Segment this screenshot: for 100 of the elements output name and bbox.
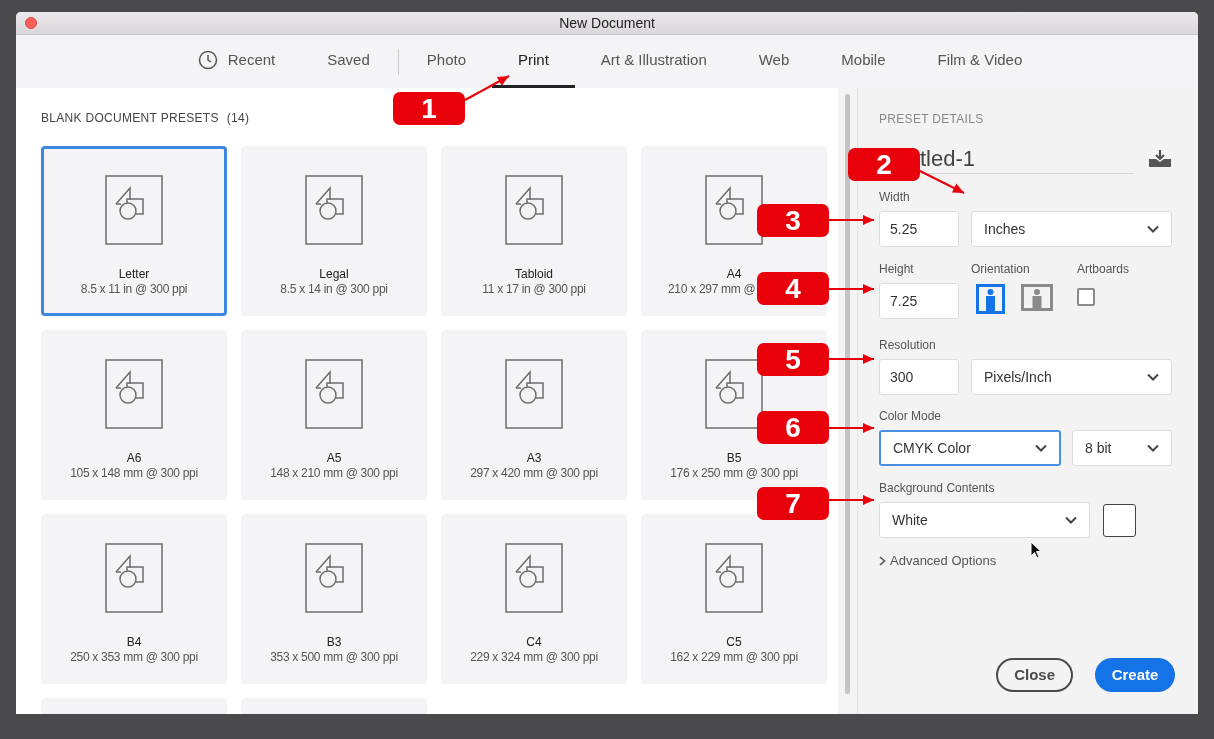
preset-name: A3 [526,450,542,466]
preset-card[interactable]: A6 105 x 148 mm @ 300 ppi [41,330,227,500]
callout-arrow [827,354,875,364]
callout-arrow [464,75,510,101]
preset-name: B4 [126,634,142,650]
preset-card[interactable]: Tabloid 11 x 17 in @ 300 ppi [441,146,627,316]
chevron-down-icon [1147,225,1159,233]
field-label: Color Mode [879,408,943,425]
callout-badge: 4 [757,272,829,305]
document-shapes-icon [505,175,563,245]
field-label: Background Contents [879,480,996,497]
advanced-options-toggle[interactable]: Advanced Options [879,551,997,571]
preset-card[interactable]: A5 148 x 210 mm @ 300 ppi [241,330,427,500]
landscape-orientation-icon[interactable] [1021,284,1053,314]
clock-icon [197,50,218,70]
preset-size: 229 x 324 mm @ 300 ppi [470,650,598,664]
preset-card[interactable]: B3 353 x 500 mm @ 300 ppi [241,514,427,684]
preset-card[interactable]: Legal 8.5 x 14 in @ 300 ppi [241,146,427,316]
preset-name: Legal [319,266,349,282]
callout-badge: 3 [757,204,829,237]
callout-badge: 2 [848,148,920,181]
resolution-input[interactable]: 300 [879,359,959,395]
preset-size: 297 x 420 mm @ 300 ppi [470,466,598,480]
callout-arrow [827,215,875,225]
scrollbar-thumb[interactable] [845,94,850,694]
field-label: Height [879,261,915,278]
chevron-down-icon [1147,373,1159,381]
callout-arrow [827,284,875,294]
portrait-orientation-icon[interactable] [976,284,1005,314]
preset-name: A4 [726,266,742,282]
document-shapes-icon [505,543,563,613]
preset-size: 11 x 17 in @ 300 ppi [482,282,586,296]
preset-size: 210 x 297 mm @ [668,282,756,296]
unit-dropdown[interactable]: Inches [971,211,1172,247]
document-shapes-icon [305,543,363,613]
preset-name: C5 [726,634,742,650]
callout-badge: 5 [757,343,829,376]
category-tab[interactable]: Web [732,35,816,88]
field-label: Artboards [1077,261,1130,278]
document-shapes-icon [705,543,763,613]
height-input[interactable]: 7.25 [879,283,959,319]
callout-arrow [827,495,875,505]
close-window-icon[interactable] [25,17,37,29]
artboards-checkbox[interactable] [1077,288,1095,306]
chevron-down-icon [1035,444,1047,452]
field-label: Width [879,189,911,206]
preset-name: A6 [126,450,142,466]
field-label: Orientation [971,261,1031,278]
document-shapes-icon [105,175,163,245]
preset-size: 176 x 250 mm @ 300 ppi [670,466,798,480]
save-preset-icon[interactable] [1148,150,1172,168]
color-mode-dropdown[interactable]: CMYK Color [879,430,1061,466]
preset-card[interactable]: B4 250 x 353 mm @ 300 ppi [41,514,227,684]
preset-card[interactable]: Letter 8.5 x 11 in @ 300 ppi [41,146,227,316]
document-shapes-icon [505,359,563,429]
document-shapes-icon [705,175,763,245]
section-heading: PRESET DETAILS [879,111,985,128]
preset-size: 162 x 229 mm @ 300 ppi [670,650,798,664]
preset-name: A5 [326,450,342,466]
callout-badge: 7 [757,487,829,520]
category-tab[interactable]: Recent [171,35,302,88]
preset-name: Letter [118,266,150,282]
preset-size: 148 x 210 mm @ 300 ppi [270,466,398,480]
preset-card[interactable]: A3 297 x 420 mm @ 300 ppi [441,330,627,500]
callout-badge: 6 [757,411,829,444]
preset-size: 353 x 500 mm @ 300 ppi [270,650,398,664]
preset-size: 250 x 353 mm @ 300 ppi [70,650,198,664]
bit-depth-dropdown[interactable]: 8 bit [1072,430,1172,466]
document-shapes-icon [305,359,363,429]
preset-size: 8.5 x 11 in @ 300 ppi [80,282,188,296]
preset-name: C4 [526,634,542,650]
preset-count: (14) [226,110,250,127]
preset-card[interactable]: C4 229 x 324 mm @ 300 ppi [441,514,627,684]
preset-name: B5 [726,450,742,466]
category-tab[interactable]: Photo [400,35,492,88]
callout-arrow [917,169,965,194]
category-tab[interactable]: Saved [301,35,396,88]
category-tab[interactable]: Film & Video [911,35,1049,88]
callout-arrow [827,423,875,433]
category-tab[interactable]: Art & Illustration [574,35,733,88]
color-swatch[interactable] [1103,503,1136,537]
section-heading: BLANK DOCUMENT PRESETS [41,110,219,127]
width-input[interactable]: 5.25 [879,211,959,247]
chevron-down-icon [1147,444,1159,452]
background-dropdown[interactable]: White [879,502,1090,538]
field-label: Resolution [879,337,937,354]
preset-name: Tabloid [515,266,553,282]
preset-card[interactable]: C5 162 x 229 mm @ 300 ppi [641,514,827,684]
resolution-unit-dropdown[interactable]: Pixels/Inch [971,359,1172,395]
create-button[interactable]: Create [1095,658,1175,692]
preset-size: 105 x 148 mm @ 300 ppi [70,466,198,480]
document-shapes-icon [705,359,763,429]
chevron-down-icon [1065,516,1077,524]
preset-size: 8.5 x 14 in @ 300 ppi [280,282,388,296]
document-shapes-icon [305,175,363,245]
preset-name: B3 [326,634,342,650]
document-shapes-icon [105,359,163,429]
close-button[interactable]: Close [996,658,1073,692]
category-tab[interactable]: Mobile [815,35,912,88]
document-shapes-icon [105,543,163,613]
